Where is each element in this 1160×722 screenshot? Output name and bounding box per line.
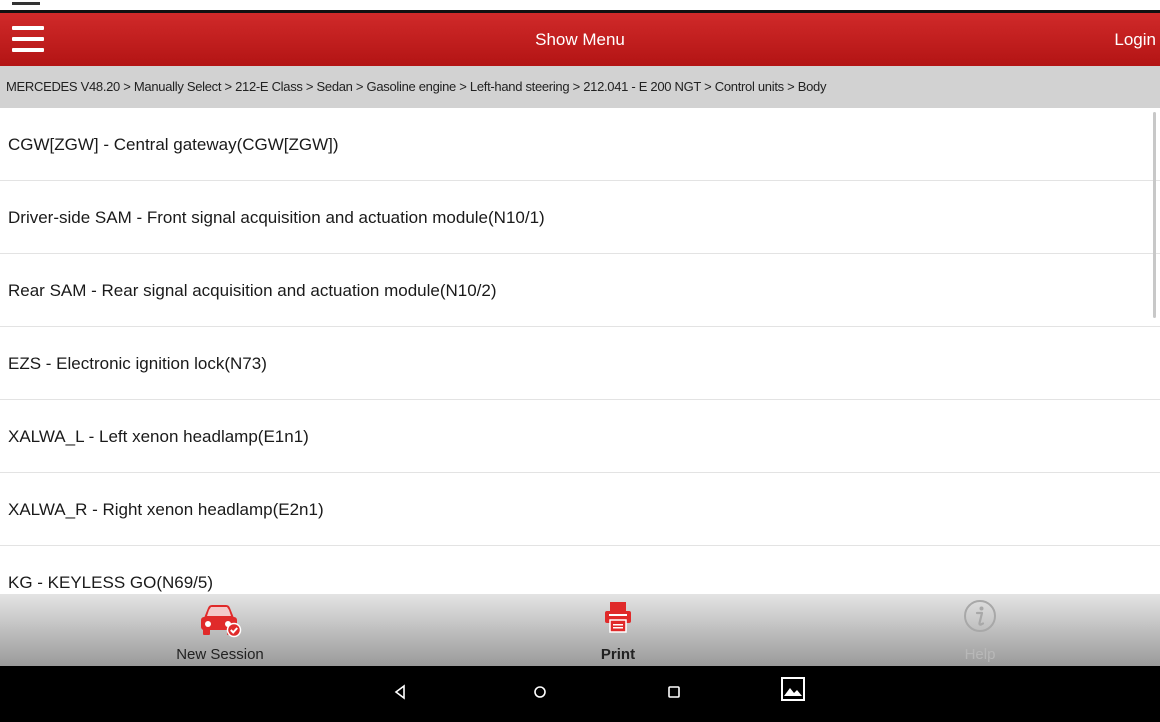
gallery-icon[interactable] (780, 676, 806, 702)
car-check-icon (201, 605, 242, 638)
info-icon (964, 600, 996, 632)
list-item[interactable]: XALWA_L - Left xenon headlamp(E1n1) (0, 400, 1160, 473)
control-unit-list: CGW[ZGW] - Central gateway(CGW[ZGW]) Dri… (0, 108, 1160, 594)
back-triangle-icon[interactable] (392, 682, 408, 702)
login-button[interactable]: Login (1114, 13, 1156, 66)
list-item[interactable]: Rear SAM - Rear signal acquisition and a… (0, 254, 1160, 327)
recents-square-icon[interactable] (666, 682, 682, 702)
status-strip (0, 0, 1160, 10)
list-item[interactable]: Driver-side SAM - Front signal acquisiti… (0, 181, 1160, 254)
app-header: Show Menu Login (0, 10, 1160, 66)
list-item[interactable]: KG - KEYLESS GO(N69/5) (0, 546, 1160, 594)
print-button[interactable]: Print (548, 594, 688, 666)
list-item[interactable]: CGW[ZGW] - Central gateway(CGW[ZGW]) (0, 108, 1160, 181)
header-title[interactable]: Show Menu (0, 13, 1160, 66)
help-button[interactable]: Help (920, 594, 1040, 666)
help-label: Help (964, 646, 996, 663)
list-scrollbar[interactable] (1153, 112, 1156, 318)
list-item[interactable]: XALWA_R - Right xenon headlamp(E2n1) (0, 473, 1160, 546)
list-item[interactable]: EZS - Electronic ignition lock(N73) (0, 327, 1160, 400)
printer-icon (605, 602, 631, 633)
home-circle-icon[interactable] (532, 682, 548, 702)
new-session-button[interactable]: New Session (150, 594, 290, 666)
print-label: Print (600, 646, 636, 663)
new-session-label: New Session (176, 646, 264, 663)
breadcrumb: MERCEDES V48.20 > Manually Select > 212-… (0, 66, 1160, 108)
bottom-toolbar: New Session Print Help (0, 594, 1160, 666)
status-indicator (12, 2, 40, 5)
android-nav-bar (0, 666, 1160, 722)
